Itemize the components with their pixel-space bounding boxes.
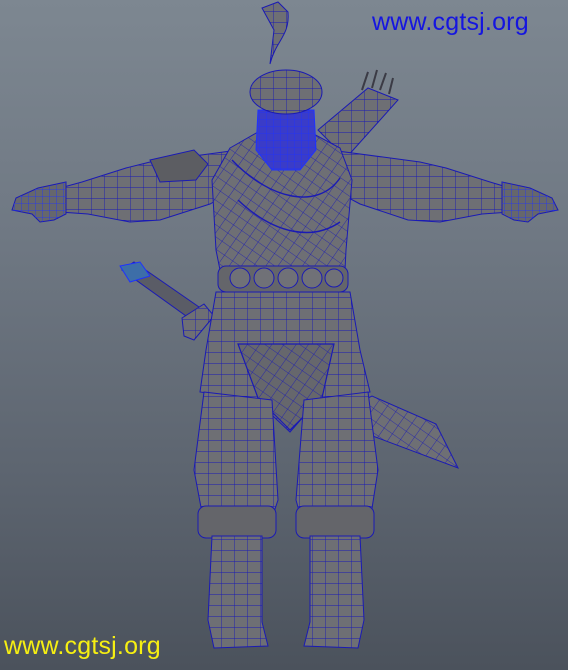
head xyxy=(249,1,323,171)
3d-viewport[interactable]: www.cgtsj.org www.cgtsj.org xyxy=(0,0,568,670)
warrior-mesh-model[interactable] xyxy=(0,0,568,670)
boots xyxy=(207,535,365,649)
watermark-top: www.cgtsj.org xyxy=(372,8,529,36)
sword xyxy=(119,261,215,341)
watermark-bottom: www.cgtsj.org xyxy=(4,632,161,660)
belt xyxy=(217,265,349,293)
right-arm xyxy=(329,149,559,223)
left-arm xyxy=(11,149,239,223)
